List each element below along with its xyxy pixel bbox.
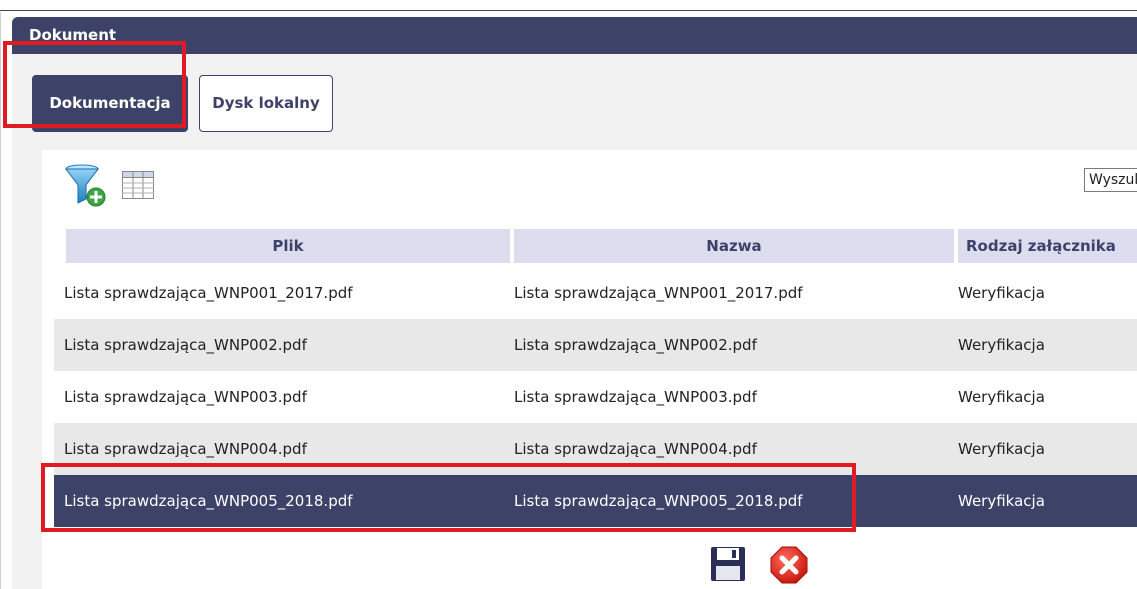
cell-plik: Lista sprawdzająca_WNP003.pdf [64, 388, 307, 406]
column-header-plik[interactable]: Plik [66, 229, 510, 263]
cell-rodzaj: Weryfikacja [958, 388, 1045, 406]
left-rule [0, 12, 1, 589]
cell-nazwa: Lista sprawdzająca_WNP003.pdf [514, 388, 757, 406]
cell-nazwa: Lista sprawdzająca_WNP001_2017.pdf [514, 284, 803, 302]
save-icon[interactable] [710, 546, 746, 582]
tab-highlight-frame [3, 41, 186, 128]
cell-rodzaj: Weryfikacja [958, 492, 1045, 510]
cell-nazwa: Lista sprawdzająca_WNP002.pdf [514, 336, 757, 354]
table-row[interactable]: Lista sprawdzająca_WNP003.pdf Lista spra… [54, 371, 1137, 423]
column-header-rodzaj[interactable]: Rodzaj załącznika [958, 229, 1137, 263]
top-rule [0, 10, 1137, 11]
column-header-nazwa[interactable]: Nazwa [514, 229, 954, 263]
table-row[interactable]: Lista sprawdzająca_WNP001_2017.pdf Lista… [54, 267, 1137, 319]
table-row[interactable]: Lista sprawdzająca_WNP002.pdf Lista spra… [54, 319, 1137, 371]
cell-rodzaj: Weryfikacja [958, 440, 1045, 458]
cell-rodzaj: Weryfikacja [958, 284, 1045, 302]
close-icon[interactable] [770, 546, 808, 584]
cell-rodzaj: Weryfikacja [958, 336, 1045, 354]
cell-plik: Lista sprawdzająca_WNP001_2017.pdf [64, 284, 353, 302]
cell-plik: Lista sprawdzająca_WNP002.pdf [64, 336, 307, 354]
table-columns-icon[interactable] [122, 171, 154, 199]
tab-dysk-lokalny[interactable]: Dysk lokalny [199, 75, 333, 132]
search-input[interactable]: Wyszuk [1084, 168, 1137, 192]
filter-add-icon[interactable] [64, 163, 108, 207]
row-highlight-frame [41, 463, 856, 532]
